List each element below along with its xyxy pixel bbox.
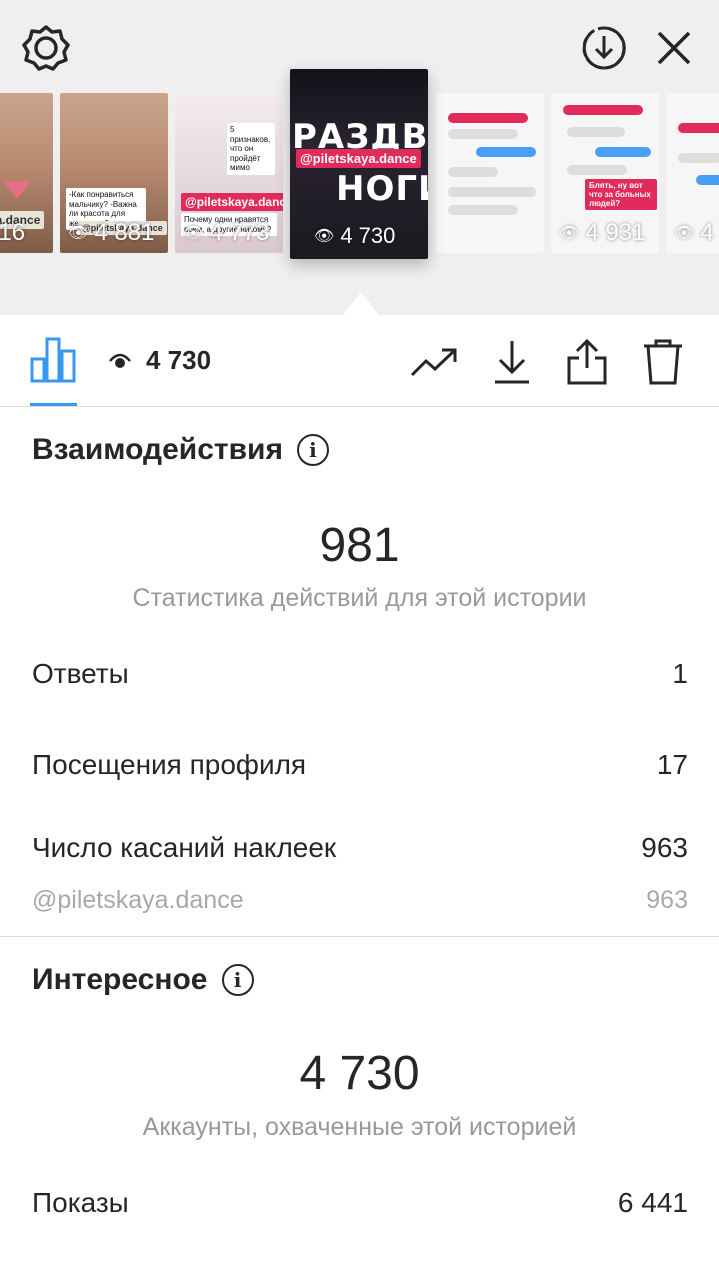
info-icon[interactable]: i [296,434,329,466]
chat-bubble [595,147,651,157]
views-text: 4 931 [585,219,646,246]
arrow-down-icon [3,181,31,199]
chat-bubble [448,167,498,177]
stat-label: @piletskaya.dance [32,886,244,914]
stat-label: Показы [32,1187,129,1218]
share-icon[interactable] [562,337,612,387]
stat-value: 963 [646,886,688,914]
section-title-text: Интересное [32,963,208,996]
story-views: 👁 4 730 [314,223,395,249]
views-text: 4 881 [94,219,155,246]
stat-value: 963 [641,832,688,863]
discovery-title: Интересное i [32,963,254,997]
story-thumbnail[interactable]: -Как понравиться мальчику? -Важна ли кра… [60,93,168,253]
story-views: 👁 4 881 [68,219,154,247]
interactions-title: Взаимодействия i [32,433,329,467]
eye-icon: 👁 [68,225,89,242]
story-tag: @piletskaya.dance [296,149,421,168]
stat-row-profile-visits: Посещения профиля 17 [32,749,688,781]
stat-row-sticker-taps: Число касаний наклеек 963 [32,832,688,864]
story-caption: Блять, ну вот что за больных людей? [585,179,657,210]
chat-bubble [476,147,536,157]
stat-value: 1 [672,658,688,689]
story-tag: @piletskaya.dance [181,193,283,211]
discovery-total: 4 730 [299,1047,420,1100]
interactions-caption: Статистика действий для этой истории [132,584,587,612]
stat-label: Ответы [32,658,129,689]
story-thumbnail-selected[interactable]: РАЗДВИ @piletskaya.dance НОГИ 👁4 730 [290,69,428,259]
chat-bubble [448,113,528,123]
bar-chart-icon[interactable] [30,337,76,383]
trash-icon[interactable] [638,337,688,387]
eye-icon: 👁 [314,228,335,245]
eye-icon: 👁 [674,225,695,242]
download-circle-icon[interactable] [578,22,630,74]
stat-value: 17 [656,749,688,780]
story-views: 016 [0,219,25,247]
selection-pointer [343,292,379,315]
story-thumbnail[interactable] [436,93,544,253]
story-view-count: 4 730 [146,345,212,375]
stat-value: 6 441 [617,1187,688,1218]
chat-bubble [448,187,536,197]
stat-row-sticker-mention: @piletskaya.dance 963 [32,886,688,915]
gear-icon[interactable] [20,22,72,74]
chat-bubble [678,123,719,133]
story-thumbnail[interactable]: 5 признаков, что он пройдёт мимо @pilets… [175,93,283,253]
trend-icon[interactable] [409,337,459,387]
discovery-caption: Аккаунты, охваченные этой историей [142,1113,577,1141]
download-icon[interactable] [487,337,537,387]
story-thumbnail[interactable]: ya.dance 016 [0,93,53,253]
views-text: 4 [700,219,714,246]
story-thumbnail[interactable]: Блять, ну вот что за больных людей? 👁 4 9… [551,93,659,253]
story-thumbnail[interactable]: 👁 4 [666,93,719,253]
story-headline: НОГИ [336,169,428,209]
story-thumbnails: ya.dance 016 -Как понравиться мальчику? … [0,69,719,290]
views-text: 4 730 [340,223,396,248]
eye-icon: 👁 [559,225,580,242]
stat-label: Число касаний наклеек [32,832,337,863]
story-views: 👁 4 773 [183,219,269,247]
story-views: 👁 4 931 [559,219,645,247]
chat-bubble [563,105,643,115]
interactions-total: 981 [319,519,400,572]
chat-bubble [567,127,625,137]
chat-bubble [696,175,719,185]
story-strip: ya.dance 016 -Как понравиться мальчику? … [0,0,719,315]
section-divider [0,936,719,937]
chat-bubble [567,165,627,175]
eye-icon [108,351,132,371]
info-icon[interactable]: i [221,964,254,996]
views-text: 4 773 [209,219,270,246]
active-tab-indicator [30,403,77,406]
insights-toolbar: 4 730 [0,315,719,407]
views-text: 016 [0,219,26,246]
eye-icon: 👁 [183,225,204,242]
section-title-text: Взаимодействия [32,433,283,466]
story-caption: 5 признаков, что он пройдёт мимо [227,123,275,175]
chat-bubble [678,153,719,163]
stat-label: Посещения профиля [32,749,307,780]
stat-row-replies: Ответы 1 [32,658,688,690]
chat-bubble [448,205,518,215]
story-views: 👁 4 [674,219,714,247]
close-icon[interactable] [648,22,700,74]
chat-bubble [448,129,518,139]
stat-row-impressions: Показы 6 441 [32,1187,688,1219]
